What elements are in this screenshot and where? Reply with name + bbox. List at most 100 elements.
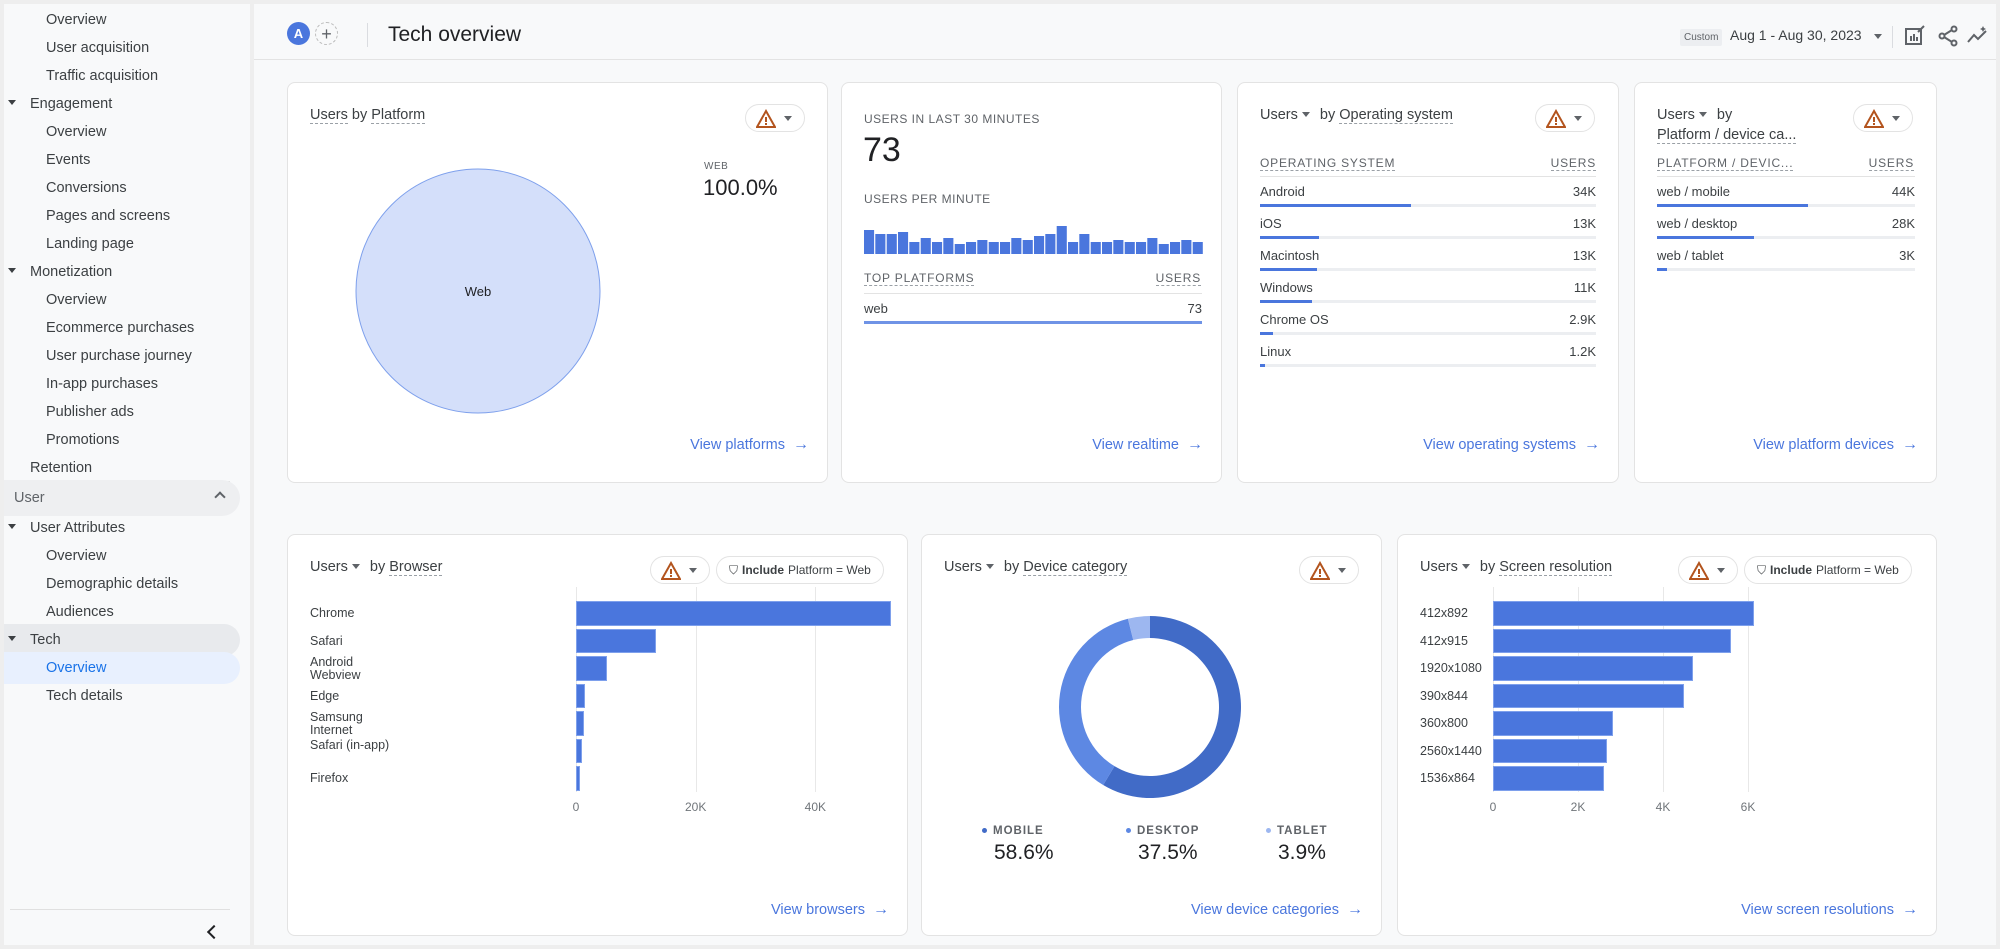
dimension-selector[interactable]: Platform / device ca... <box>1657 127 1797 144</box>
dimension-selector[interactable]: Operating system <box>1339 107 1453 124</box>
column-header-dimension[interactable]: PLATFORM / DEVIC... <box>1657 156 1794 171</box>
data-quality-chip[interactable] <box>1299 556 1359 584</box>
row-bar-track <box>1260 300 1596 303</box>
card-title: Users by Device category <box>944 557 1128 577</box>
arrow-right-icon: → <box>1187 436 1203 453</box>
bar[interactable] <box>1493 656 1693 681</box>
bar[interactable] <box>576 766 581 791</box>
column-header-dimension[interactable]: OPERATING SYSTEM <box>1260 156 1396 171</box>
metric-selector[interactable]: Users <box>1260 107 1316 123</box>
row-bar <box>1657 236 1754 239</box>
per-minute-bar <box>875 234 886 254</box>
bar[interactable] <box>1493 628 1731 653</box>
sidebar-divider <box>10 909 230 910</box>
x-tick-label: 6K <box>1740 799 1756 814</box>
column-header-dimension[interactable]: TOP PLATFORMS <box>864 271 975 286</box>
y-category-label: Safari (in-app) <box>310 737 390 752</box>
row-bar <box>864 321 1202 324</box>
chevron-down-icon <box>985 563 994 569</box>
view-platforms-link[interactable]: View platforms → <box>690 436 809 454</box>
row-bar <box>1260 204 1412 207</box>
per-minute-bar <box>1181 240 1192 254</box>
chevron-down-icon[interactable] <box>1874 34 1882 39</box>
sidebar-item-label: Overview <box>46 12 107 28</box>
per-minute-bar <box>920 238 931 254</box>
bar[interactable] <box>1493 601 1755 626</box>
sidebar-item-label: Tech <box>30 632 61 648</box>
row-value: 73 <box>1187 301 1202 316</box>
bar[interactable] <box>576 683 585 708</box>
comparison-avatar[interactable]: A <box>287 22 310 45</box>
row-value: 13K <box>1572 248 1596 263</box>
dimension-selector[interactable]: Platform <box>371 107 426 124</box>
card-title: Users by Operating system <box>1260 105 1453 125</box>
y-category-label: 412x915 <box>1420 633 1468 648</box>
row-bar-track <box>1260 204 1596 207</box>
view-realtime-link[interactable]: View realtime → <box>1092 436 1203 454</box>
add-comparison-button[interactable]: + <box>315 22 338 45</box>
realtime-card: USERS IN LAST 30 MINUTES 73 USERS PER MI… <box>841 82 1222 483</box>
header-divider <box>1892 26 1893 48</box>
legend-value: 58.6% <box>994 841 1054 864</box>
per-minute-bar <box>1102 242 1113 254</box>
arrow-right-icon: → <box>1584 436 1600 453</box>
bar[interactable] <box>1493 683 1685 708</box>
view-device-categories-link[interactable]: View device categories → <box>1191 901 1363 919</box>
os-card: Users by Operating system OPERATING SYST… <box>1237 82 1619 483</box>
warning-icon <box>1310 561 1330 580</box>
column-header-metric[interactable]: USERS <box>1155 271 1201 286</box>
chevron-down-icon <box>1698 111 1707 117</box>
customize-report-icon[interactable] <box>1903 24 1927 48</box>
bar[interactable] <box>576 711 584 736</box>
metric-selector[interactable]: Users <box>310 107 348 124</box>
collapse-sidebar-icon[interactable] <box>204 924 220 940</box>
bar[interactable] <box>576 628 656 653</box>
browser-bar-chart: 020K40K60KChromeSafariAndroid WebviewEdg… <box>288 535 946 935</box>
bar[interactable] <box>1493 766 1604 791</box>
data-quality-chip[interactable] <box>1535 104 1595 132</box>
row-bar-track <box>1657 204 1915 207</box>
y-category-label: Firefox <box>310 771 349 785</box>
data-quality-chip[interactable] <box>745 104 805 132</box>
row-bar-track <box>1260 236 1596 239</box>
view-platform-devices-link[interactable]: View platform devices → <box>1753 436 1918 454</box>
metric-selector[interactable]: Users <box>1657 107 1713 123</box>
bar[interactable] <box>576 601 892 626</box>
title-connector: by <box>351 107 368 123</box>
bar[interactable] <box>1493 738 1607 763</box>
per-minute-bar <box>1158 244 1169 254</box>
sidebar-nav: Overview User acquisition Traffic acquisit… <box>4 4 250 945</box>
page-header: A + Tech overview Custom Aug 1 - Aug 30,… <box>254 4 1996 60</box>
column-header-metric[interactable]: USERS <box>1868 156 1914 171</box>
sidebar-section-user[interactable]: User <box>4 480 240 516</box>
bar[interactable] <box>576 738 582 763</box>
share-icon[interactable] <box>1936 24 1960 48</box>
column-header-metric[interactable]: USERS <box>1550 156 1596 171</box>
device-donut-chart <box>1059 616 1241 798</box>
x-tick-label: 40K <box>804 799 827 814</box>
per-minute-bar <box>1034 236 1045 254</box>
metric-selector[interactable]: Users <box>944 559 1000 575</box>
bar[interactable] <box>576 656 608 681</box>
row-bar <box>1657 268 1668 271</box>
bar[interactable] <box>1493 711 1613 736</box>
y-category-label: Safari <box>310 633 343 648</box>
view-browsers-link[interactable]: View browsers → <box>771 901 889 919</box>
row-bar <box>1260 268 1318 271</box>
chevron-up-icon <box>214 491 226 503</box>
sidebar-item-label: Audiences <box>46 604 114 620</box>
dimension-selector[interactable]: Device category <box>1023 559 1128 576</box>
date-range-picker[interactable]: Aug 1 - Aug 30, 2023 <box>1730 27 1862 43</box>
legend-label: WEB <box>704 161 729 172</box>
y-category-label: 2560x1440 <box>1420 743 1482 758</box>
donut-slice-mobile <box>1103 616 1241 798</box>
view-operating-systems-link[interactable]: View operating systems → <box>1423 436 1600 454</box>
sidebar-item-label: Pages and screens <box>46 208 171 224</box>
row-value: 28K <box>1891 216 1915 231</box>
sidebar-item-label: Monetization <box>30 264 113 280</box>
view-screen-resolutions-link[interactable]: View screen resolutions → <box>1741 901 1918 919</box>
chevron-down-icon <box>1301 111 1310 117</box>
data-quality-chip[interactable] <box>1853 104 1913 132</box>
insights-icon[interactable] <box>1966 24 1990 48</box>
sidebar-item[interactable]: Tech details <box>4 680 240 712</box>
